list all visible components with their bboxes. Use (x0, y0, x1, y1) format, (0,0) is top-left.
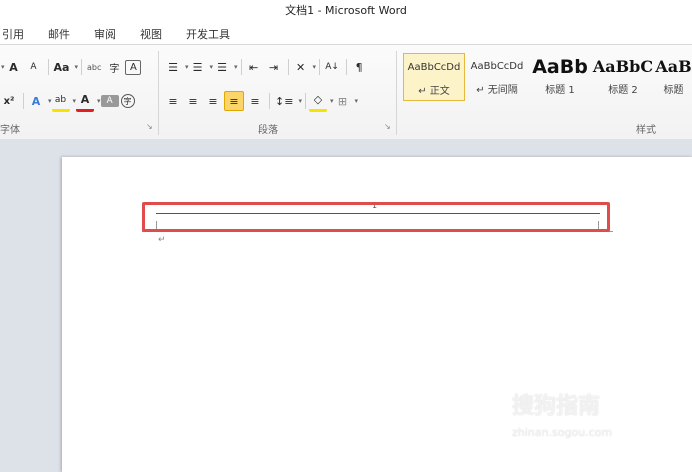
change-case-dropdown[interactable]: ▾ (74, 63, 78, 71)
increase-indent-button[interactable]: ⇥ (265, 58, 283, 76)
tab-view[interactable]: 视图 (140, 26, 162, 42)
style-name: 标题 2 (608, 85, 638, 96)
bullets-button[interactable]: ☰ (164, 58, 182, 76)
char-shading-button[interactable]: A (100, 95, 119, 107)
sort-button[interactable]: A↓ (323, 58, 341, 76)
group-separator (396, 51, 397, 135)
style-name: ↵ 无间隔 (476, 85, 518, 96)
paragraph-group-label: 段落 (258, 125, 278, 136)
style-heading-2[interactable]: AaBbC 标题 2 (592, 53, 654, 101)
separator (23, 93, 24, 109)
phonetic-guide-button[interactable]: 字 (105, 58, 123, 76)
center-button[interactable]: ≡ (184, 92, 202, 110)
style-heading-1[interactable]: AaBb 标题 1 (529, 53, 591, 101)
chinese-layout-dropdown[interactable]: ▾ (313, 63, 317, 71)
align-left-button[interactable]: ≡ (164, 92, 182, 110)
enclose-char-button[interactable]: 字 (120, 94, 135, 108)
distributed-button[interactable]: ≡ (246, 92, 264, 110)
document-area[interactable]: 1 ↵ (0, 139, 692, 472)
line-spacing-button[interactable]: ↕≡ (273, 92, 295, 110)
grow-font-button[interactable]: A (5, 58, 23, 76)
shrink-font-button[interactable]: A (25, 58, 43, 76)
separator (269, 93, 270, 109)
highlight-color-button[interactable]: ab (51, 91, 70, 112)
font-row-2: x² A ▾ ab ▾ A ▾ A 字 (0, 91, 137, 112)
text-effect-dropdown[interactable]: ▾ (48, 97, 52, 105)
char-border-button[interactable]: A (125, 59, 142, 75)
align-right-button[interactable]: ≡ (204, 92, 222, 110)
separator (319, 59, 321, 75)
separator (240, 59, 242, 75)
font-color-button[interactable]: A (76, 91, 95, 112)
separator (80, 59, 82, 75)
shading-button[interactable]: ◇ (308, 91, 327, 112)
style-normal[interactable]: AaBbCcDd ↵ 正文 (403, 53, 465, 101)
style-preview: AaBbCcDd (407, 62, 461, 73)
style-preview: AaBb (532, 56, 588, 78)
separator (346, 59, 348, 75)
header-highlight-box (142, 202, 610, 232)
style-name: 标题 (663, 85, 684, 96)
bullets-dropdown[interactable]: ▾ (185, 63, 189, 71)
borders-dropdown[interactable]: ▾ (354, 97, 358, 105)
paragraph-mark: ↵ (158, 235, 166, 245)
borders-button[interactable]: ⊞ (333, 92, 351, 110)
paragraph-row-1: ☰ ▾ ☰ ▾ ☰ ▾ ⇤ ⇥ ✕ ▾ A↓ ¶ (164, 57, 370, 77)
group-separator (158, 51, 159, 135)
clear-format-button[interactable]: abc (85, 58, 103, 76)
font-group-label: 字体 (0, 125, 20, 136)
style-preview: AaBbC (592, 57, 654, 76)
change-case-button[interactable]: Aa (52, 58, 72, 76)
tab-developer[interactable]: 开发工具 (186, 26, 230, 42)
styles-group-label: 样式 (636, 125, 656, 136)
numbering-button[interactable]: ☰ (189, 58, 207, 76)
paragraph-dialog-launcher[interactable]: ↘ (384, 122, 391, 131)
style-preview: AaBbCcDd (470, 61, 524, 72)
superscript-button[interactable]: x² (0, 92, 18, 110)
style-name: 标题 1 (545, 85, 575, 96)
separator (304, 93, 306, 109)
document-page[interactable]: 1 ↵ (62, 157, 692, 472)
multilevel-dropdown[interactable]: ▾ (234, 63, 238, 71)
ribbon-tabs: 引用 邮件 审阅 视图 开发工具 (0, 22, 692, 44)
show-marks-button[interactable]: ¶ (350, 58, 368, 76)
justify-button[interactable]: ≡ (224, 91, 244, 111)
style-name: ↵ 正文 (418, 86, 450, 97)
style-no-spacing[interactable]: AaBbCcDd ↵ 无间隔 (466, 53, 528, 101)
text-effect-button[interactable]: A (27, 92, 45, 110)
watermark-brand: 搜狗指南 (512, 394, 601, 419)
font-dialog-launcher[interactable]: ↘ (146, 122, 153, 131)
style-preview: AaB (655, 57, 692, 76)
line-spacing-dropdown[interactable]: ▾ (298, 97, 302, 105)
chinese-layout-button[interactable]: ✕ (292, 58, 310, 76)
window-title: 文档1 - Microsoft Word (0, 0, 692, 22)
tab-references[interactable]: 引用 (2, 26, 24, 42)
paragraph-row-2: ≡ ≡ ≡ ≡ ≡ ↕≡ ▾ ◇ ▾ ⊞ ▾ (164, 91, 358, 112)
style-title[interactable]: AaB 标题 (655, 53, 692, 101)
separator (47, 59, 49, 75)
ribbon: ▾ A A Aa ▾ abc 字 A x² A ▾ ab ▾ A ▾ A 字 字… (0, 44, 692, 140)
multilevel-list-button[interactable]: ☰ (213, 58, 231, 76)
decrease-indent-button[interactable]: ⇤ (245, 58, 263, 76)
tab-review[interactable]: 审阅 (94, 26, 116, 42)
separator (287, 59, 289, 75)
tab-mailings[interactable]: 邮件 (48, 26, 70, 42)
watermark-url: zhinan.sogou.com (512, 426, 613, 439)
font-size-dropdown[interactable]: ▾ (1, 63, 5, 71)
font-row-1: ▾ A A Aa ▾ abc 字 A (0, 57, 143, 77)
